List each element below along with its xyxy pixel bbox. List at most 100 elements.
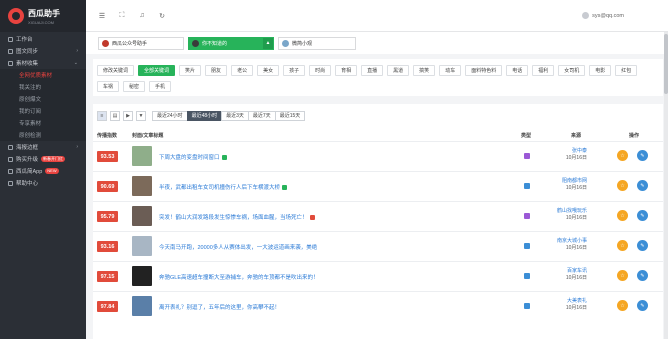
keyword-chip[interactable]: 动车 xyxy=(439,65,462,76)
edit-action-icon[interactable]: ✎ xyxy=(637,270,648,281)
header-score: 传播指数 xyxy=(97,133,118,139)
article-title-link[interactable]: 半夜，武都出租车女司机撞伤行人后下车横渡大桥 xyxy=(159,183,288,191)
sidebar-item[interactable]: 我的订阅 xyxy=(0,105,86,117)
time-filter-button[interactable]: 最近7天 xyxy=(247,110,276,121)
list-view-icon[interactable]: ≡ xyxy=(97,110,107,121)
account-option[interactable]: 微简小观 xyxy=(278,36,356,50)
time-filter-button[interactable]: 最近3天 xyxy=(221,110,249,121)
edit-action-icon[interactable]: ✎ xyxy=(637,150,648,161)
filter-bar: ≡ ▤ ▶ ▼ 最近24小时 最近48小时 最近3天 最近7天 最近15天 xyxy=(93,104,663,121)
keyword-chip[interactable]: 孩子 xyxy=(283,65,306,76)
edit-action-icon[interactable]: ✎ xyxy=(637,180,648,191)
account-name: 微简小观 xyxy=(292,40,313,47)
article-title-link[interactable]: 今天南马开跑，20000多人从赛体出发，一大波运道画来袭，美绝 xyxy=(159,243,317,251)
keyword-panel: 修改关键词 全部关键词 笑片 朋友 老公 美女 孩子 时尚 育相 直播 黑道 搞笑 动车 面料特色料 电话福… xyxy=(93,59,663,96)
fullscreen-icon[interactable]: ⛶ xyxy=(118,12,126,20)
collect-action-icon[interactable]: ☆ xyxy=(617,150,628,161)
header-type: 类型 xyxy=(521,133,532,139)
cover-thumbnail[interactable] xyxy=(132,296,152,316)
collect-action-icon[interactable]: ☆ xyxy=(617,240,628,251)
score-badge: 97.84 xyxy=(97,301,118,312)
refresh-icon[interactable]: ↻ xyxy=(158,12,166,20)
keyword-chip[interactable]: 电话 xyxy=(506,65,529,76)
cover-thumbnail[interactable] xyxy=(132,176,152,196)
sidebar-item[interactable]: 专享素材 xyxy=(0,117,86,129)
sidebar-item[interactable]: 西瓜简App NEW xyxy=(0,165,86,177)
page-scrollbar[interactable] xyxy=(664,32,668,339)
sidebar-item[interactable]: 海报边框 › xyxy=(0,141,86,153)
keyword-chip[interactable]: 面料特色料 xyxy=(465,65,503,76)
collect-action-icon[interactable]: ☆ xyxy=(617,180,628,191)
play-filter-icon[interactable]: ▶ xyxy=(123,110,133,121)
source-name[interactable]: 百家车讯 xyxy=(557,268,587,275)
sidebar-item[interactable]: 原创检测 xyxy=(0,129,86,141)
sidebar-item[interactable]: 工作台 xyxy=(0,33,86,45)
source-name[interactable]: 大美表礼 xyxy=(557,298,587,305)
keyword-chip[interactable]: 车祸 xyxy=(97,81,120,92)
sidebar-item[interactable]: 全网优质素材 xyxy=(0,69,86,81)
edit-keywords-button[interactable]: 修改关键词 xyxy=(97,65,135,76)
sidebar-item[interactable]: 原创爆文 xyxy=(0,93,86,105)
keyword-chip[interactable]: 搞笑 xyxy=(413,65,436,76)
keyword-chip[interactable]: 笑片 xyxy=(179,65,202,76)
user-menu[interactable]: sys@qq.com xyxy=(582,12,624,19)
account-option[interactable]: 你不知道的 ▲ xyxy=(188,36,274,50)
account-option[interactable]: 西瓜公众号助手 xyxy=(98,36,184,50)
cover-thumbnail[interactable] xyxy=(132,236,152,256)
collect-action-icon[interactable]: ☆ xyxy=(617,300,628,311)
article-title: 离开表礼？别逗了，五年后的这里，你高攀不起！ xyxy=(159,305,281,311)
scrollbar-thumb[interactable] xyxy=(664,34,668,94)
logo[interactable]: 西瓜助手 XIGUAJI.COM xyxy=(0,0,86,32)
dropdown-toggle-icon[interactable]: ▲ xyxy=(263,37,273,49)
keyword-chip[interactable]: 秘密 xyxy=(123,81,146,92)
sidebar-item[interactable]: 购买升级 新春开门红 xyxy=(0,153,86,165)
sidebar: 西瓜助手 XIGUAJI.COM 工作台 图文同步 › 素材收集 ⌄ 全网优质素材我关注的… xyxy=(0,0,86,339)
sidebar-item[interactable]: 素材收集 ⌄ xyxy=(0,57,86,69)
article-title-link[interactable]: 离开表礼？别逗了，五年后的这里，你高攀不起！ xyxy=(159,303,280,311)
time-filter-button[interactable]: 最近48小时 xyxy=(186,110,223,121)
cover-thumbnail[interactable] xyxy=(132,206,152,226)
keyword-chip[interactable]: 时尚 xyxy=(309,65,332,76)
sidebar-item[interactable]: 图文同步 › xyxy=(0,45,86,57)
article-title-link[interactable]: 突发！鹤山大润发路段发生惊惨车祸，场面血腥，当场死亡！ xyxy=(159,213,315,221)
source-name[interactable]: 南京大城小事 xyxy=(557,238,587,245)
keyword-chip[interactable]: 福利 xyxy=(532,65,555,76)
keyword-chip[interactable]: 美女 xyxy=(257,65,280,76)
edit-action-icon[interactable]: ✎ xyxy=(637,300,648,311)
sidebar-item-label: 全网优质素材 xyxy=(19,73,53,79)
collect-action-icon[interactable]: ☆ xyxy=(617,210,628,221)
article-title-link[interactable]: 下周大盘的变盘时间窗口 xyxy=(159,153,227,161)
collect-action-icon[interactable]: ☆ xyxy=(617,270,628,281)
sidebar-item[interactable]: 帮助中心 xyxy=(0,177,86,189)
keyword-chip[interactable]: 黑道 xyxy=(387,65,410,76)
keyword-chip[interactable]: 朋友 xyxy=(205,65,228,76)
score-badge: 95.79 xyxy=(97,211,118,222)
menu-icon[interactable]: ☰ xyxy=(98,12,106,20)
image-view-icon[interactable]: ▤ xyxy=(110,110,120,121)
keyword-chip[interactable]: 电影 xyxy=(589,65,612,76)
time-filter-button[interactable]: 最近15天 xyxy=(274,110,306,121)
source-name[interactable]: 张中泰 xyxy=(557,148,587,155)
chevron-icon: › xyxy=(76,48,78,54)
bell-icon[interactable]: ♫ xyxy=(138,12,146,20)
table-row: 95.79 突发！鹤山大润发路段发生惊惨车祸，场面血腥，当场死亡！ 鹤山找哦玩乐 10… xyxy=(93,201,663,230)
score-badge: 93.16 xyxy=(97,241,118,252)
source-name[interactable]: 鹤山找哦玩乐 xyxy=(557,208,587,215)
keyword-chip[interactable]: 手机 xyxy=(149,81,172,92)
source-name[interactable]: 阻南都市网 xyxy=(557,178,587,185)
keyword-chip[interactable]: 红包 xyxy=(615,65,638,76)
keyword-chip[interactable]: 老公 xyxy=(231,65,254,76)
cover-thumbnail[interactable] xyxy=(132,146,152,166)
keyword-chip[interactable]: 直播 xyxy=(361,65,384,76)
account-name: 你不知道的 xyxy=(202,40,228,47)
sort-icon[interactable]: ▼ xyxy=(136,110,146,121)
edit-action-icon[interactable]: ✎ xyxy=(637,210,648,221)
edit-action-icon[interactable]: ✎ xyxy=(637,240,648,251)
keyword-chip[interactable]: 育相 xyxy=(335,65,358,76)
cover-thumbnail[interactable] xyxy=(132,266,152,286)
time-filter-button[interactable]: 最近24小时 xyxy=(152,110,188,121)
keyword-chip[interactable]: 女司机 xyxy=(558,65,586,76)
keyword-chip[interactable]: 全部关键词 xyxy=(138,65,176,76)
article-title-link[interactable]: 奔驰GLE高速超车撞断大至游捕车，奔驰的车顶都不是吹出来的！ xyxy=(159,273,319,281)
sidebar-item[interactable]: 我关注的 xyxy=(0,81,86,93)
